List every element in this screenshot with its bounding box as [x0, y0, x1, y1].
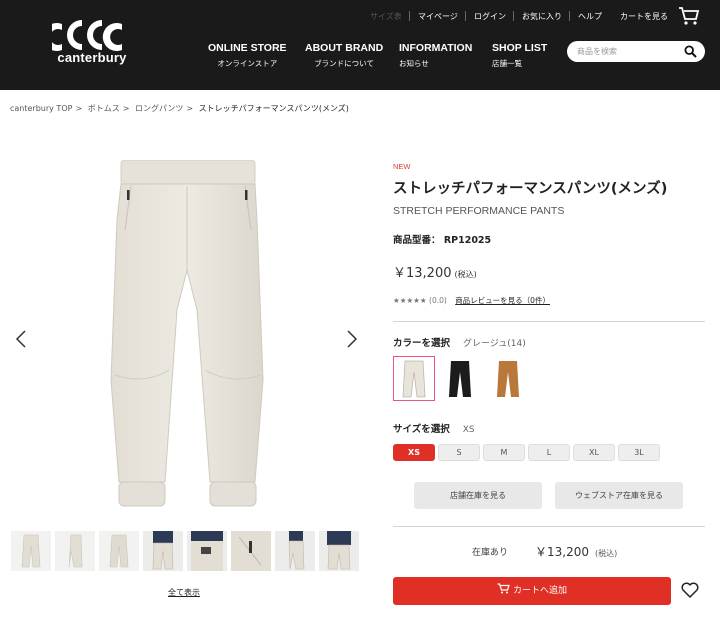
nav-shop-list[interactable]: SHOP LIST 店舗一覧: [492, 42, 547, 69]
size-selector-label: サイズを選択 XS: [393, 421, 475, 435]
util-separator: [409, 11, 410, 21]
bottom-price: ￥13,200 (税込): [535, 543, 617, 560]
site-header: canterbury サイズ表 マイページ ログイン お気に入り ヘルプ カート…: [0, 0, 720, 90]
util-size-chart[interactable]: サイズ表: [370, 11, 402, 22]
breadcrumb: canterbury TOP > ボトムス > ロングパンツ > ストレッチパフォーマ…: [10, 103, 352, 114]
review-link[interactable]: 商品レビューを見る（0件）: [455, 296, 550, 305]
thumbnail-model-side[interactable]: [275, 531, 315, 571]
divider: [393, 321, 705, 322]
thumbnail-model-back[interactable]: [319, 531, 359, 571]
thumbnail-model-front[interactable]: [143, 531, 183, 571]
cart-icon[interactable]: [678, 6, 700, 26]
nav-information-en: INFORMATION: [399, 42, 473, 54]
util-login[interactable]: ログイン: [474, 11, 506, 22]
divider: [393, 526, 705, 527]
bottom-price-value: ￥13,200: [535, 545, 589, 559]
breadcrumb-separator: >: [75, 104, 83, 113]
color-swatch-brown[interactable]: [487, 356, 529, 401]
search-icon[interactable]: [684, 45, 697, 58]
product-main-image: [110, 160, 264, 507]
stock-status: 在庫あり: [472, 548, 509, 558]
thumbnail-detail-pocket[interactable]: [231, 531, 271, 571]
size-option-xs[interactable]: XS: [393, 444, 435, 461]
size-option-m[interactable]: M: [483, 444, 525, 461]
model-label: 商品型番：: [393, 235, 441, 246]
product-price: ￥13,200 (税込): [393, 262, 477, 281]
gallery-prev-arrow-icon[interactable]: [15, 330, 27, 348]
util-help[interactable]: ヘルプ: [578, 11, 602, 22]
size-selected-value: XS: [462, 425, 475, 435]
pants-black-icon: [449, 360, 471, 397]
price-tax-note: (税込): [454, 270, 477, 279]
search-input[interactable]: [577, 45, 677, 58]
product-model-number: 商品型番： RP12025: [393, 232, 491, 246]
product-subtitle: STRETCH PERFORMANCE PANTS: [393, 205, 565, 217]
size-option-xl[interactable]: XL: [573, 444, 615, 461]
size-label: サイズを選択: [393, 424, 450, 435]
add-to-cart-label: カートへ追加: [512, 586, 567, 596]
bottom-price-tax-note: (税込): [595, 549, 618, 558]
pants-greige-icon: [402, 360, 426, 397]
thumbnail-front[interactable]: [11, 531, 51, 571]
product-title: ストレッチパフォーマンスパンツ(メンズ): [393, 181, 668, 197]
util-separator: [513, 11, 514, 21]
store-stock-button[interactable]: 店舗在庫を見る: [414, 482, 542, 509]
pants-brown-icon: [497, 360, 519, 397]
rating-row: ★★★★★ (0.0) 商品レビューを見る（0件）: [393, 295, 550, 306]
gallery-next-arrow-icon[interactable]: [346, 330, 358, 348]
color-label: カラーを選択: [393, 338, 451, 349]
show-all-images-link[interactable]: 全て表示: [168, 587, 200, 598]
util-view-cart[interactable]: カートを見る: [620, 11, 668, 22]
thumbnail-side[interactable]: [55, 531, 95, 571]
thumbnail-back[interactable]: [99, 531, 139, 571]
util-mypage[interactable]: マイページ: [418, 11, 458, 22]
nav-about-brand-en: ABOUT BRAND: [305, 42, 384, 54]
breadcrumb-item[interactable]: canterbury TOP: [10, 104, 72, 113]
util-separator: [569, 11, 570, 21]
nav-information[interactable]: INFORMATION お知らせ: [399, 42, 472, 69]
cart-small-icon: [497, 583, 510, 594]
util-separator: [465, 11, 466, 21]
new-badge: NEW: [393, 162, 411, 171]
nav-shop-list-en: SHOP LIST: [492, 42, 548, 54]
thumbnail-model-pocket[interactable]: [187, 531, 227, 571]
breadcrumb-current: ストレッチパフォーマンスパンツ(メンズ): [198, 104, 349, 113]
breadcrumb-separator: >: [122, 104, 130, 113]
brand-name: canterbury: [57, 50, 127, 65]
size-option-s[interactable]: S: [438, 444, 480, 461]
search-box: [567, 41, 705, 62]
price-value: ￥13,200: [393, 266, 452, 281]
util-favorites[interactable]: お気に入り: [522, 11, 562, 22]
nav-shop-list-jp: 店舗一覧: [492, 59, 522, 68]
model-value: RP12025: [443, 235, 492, 246]
nav-about-brand-jp: ブランドについて: [314, 59, 374, 68]
web-stock-button[interactable]: ウェブストア在庫を見る: [555, 482, 683, 509]
nav-online-store-en: ONLINE STORE: [208, 42, 287, 54]
color-selected-value: グレージュ(14): [463, 339, 526, 349]
color-selector-label: カラーを選択 グレージュ(14): [393, 335, 526, 349]
breadcrumb-separator: >: [186, 104, 194, 113]
color-swatch-greige[interactable]: [393, 356, 435, 401]
size-option-3l[interactable]: 3L: [618, 444, 660, 461]
breadcrumb-item[interactable]: ボトムス: [88, 104, 120, 113]
rating-score: (0.0): [429, 296, 447, 305]
rating-stars: ★★★★★: [393, 296, 427, 305]
size-option-l[interactable]: L: [528, 444, 570, 461]
nav-about-brand[interactable]: ABOUT BRAND ブランドについて: [305, 42, 383, 69]
nav-online-store-jp: オンラインストア: [217, 59, 278, 68]
nav-information-jp: お知らせ: [399, 59, 429, 68]
breadcrumb-item[interactable]: ロングパンツ: [135, 104, 183, 113]
heart-icon[interactable]: [681, 582, 699, 598]
add-to-cart-button[interactable]: カートへ追加: [393, 577, 671, 605]
color-swatch-black[interactable]: [439, 356, 481, 401]
nav-online-store[interactable]: ONLINE STORE オンラインストア: [208, 42, 287, 69]
